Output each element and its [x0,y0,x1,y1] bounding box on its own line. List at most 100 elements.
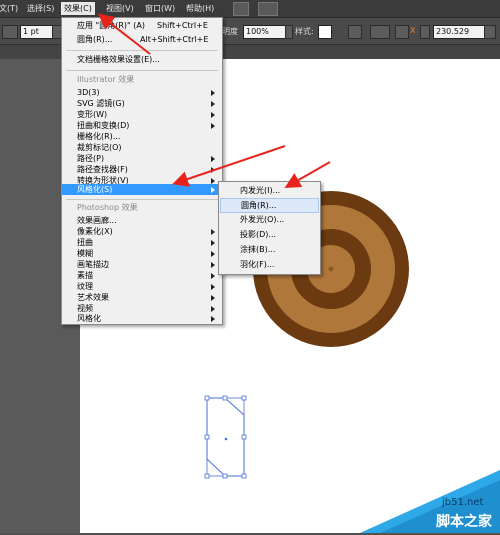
submenu-item-drop-shadow[interactable]: 投影(D)... [219,228,320,241]
photoshop-effects-header: Photoshop 效果 [77,203,138,212]
x-coordinate-label-icon: X [410,26,416,35]
parallelogram-path [206,397,245,477]
menu-item-label: 画笔描边 [77,260,109,269]
bridge-icon[interactable] [233,2,249,16]
illustrator-effects-header: Illustrator 效果 [77,75,135,84]
submenu-arrow-icon [211,101,215,107]
handle-bl[interactable] [204,473,210,479]
menu-item-path[interactable]: 路径(P) [62,153,222,164]
apply-last-effect-item[interactable]: 应用 "圆角(R)" (A) Shift+Ctrl+E [62,20,222,31]
menu-item-label: 艺术效果 [77,293,109,302]
submenu-item-label: 内发光(I)... [240,186,281,195]
menu-item-label: 变形(W) [77,110,108,119]
stroke-weight-field[interactable]: 1 pt [20,25,54,39]
x-reference-icon[interactable] [420,25,430,39]
effect-menu: 应用 "圆角(R)" (A) Shift+Ctrl+E 圆角(R)... Alt… [61,17,223,325]
submenu-arrow-icon [211,90,215,96]
watermark-name: 脚本之家 [436,514,492,530]
last-effect-item[interactable]: 圆角(R)... Alt+Shift+Ctrl+E [62,34,222,45]
document-raster-settings-item[interactable]: 文档栅格效果设置(E)... [62,54,222,65]
handle-tr[interactable] [241,395,247,401]
menu-text[interactable]: 文(T) [0,2,21,15]
submenu-arrow-icon [211,273,215,279]
style-label: 样式: [295,27,314,36]
menu-item-sketch[interactable]: 素描 [62,270,222,281]
submenu-arrow-icon [211,187,215,193]
menu-divider [66,70,218,71]
handle-bm[interactable] [222,473,228,479]
menu-item-blur[interactable]: 模糊 [62,248,222,259]
handle-tl[interactable] [204,395,210,401]
menu-select[interactable]: 选择(S) [24,2,57,15]
handle-ml[interactable] [204,434,210,440]
transform-icon[interactable] [395,25,409,39]
opacity-dropdown-icon[interactable] [285,25,293,39]
menu-item-stylize-ps[interactable]: 风格化 [62,313,222,324]
menu-help[interactable]: 帮助(H) [183,2,217,15]
last-effect-label: 圆角(R)... [77,35,113,44]
watermark-site: jb51.net [442,497,484,508]
submenu-arrow-icon [211,251,215,257]
x-stepper[interactable] [484,25,496,39]
submenu-arrow-icon [211,229,215,235]
x-coordinate-field[interactable]: 230.529 [433,25,487,39]
menu-window[interactable]: 窗口(W) [142,2,178,15]
selected-shape[interactable] [204,395,247,479]
menu-item-label: SVG 滤镜(G) [77,99,125,108]
submenu-item-label: 投影(D)... [240,230,277,239]
arrange-documents-icon[interactable] [258,2,278,16]
target-center [328,266,334,272]
submenu-item-feather[interactable]: 羽化(F)... [219,258,320,271]
menu-item-label: 素描 [77,271,93,280]
menu-item-label: 栅格化(R)... [77,132,121,141]
menu-item-distort[interactable]: 扭曲 [62,237,222,248]
recolor-icon[interactable] [348,25,362,39]
menu-item-3d[interactable]: 3D(3) [62,87,222,98]
menu-item-artistic[interactable]: 艺术效果 [62,292,222,303]
menu-item-label: 风格化(S) [77,185,113,194]
handle-tm[interactable] [222,395,228,401]
submenu-arrow-icon [211,123,215,129]
handle-mr[interactable] [241,434,247,440]
stroke-arrows-icon[interactable] [2,25,18,39]
submenu-item-scribble[interactable]: 涂抹(B)... [219,243,320,256]
submenu-arrow-icon [211,240,215,246]
site-watermark: jb51.net 脚本之家 [360,470,500,533]
menu-item-pathfinder[interactable]: 路径查找器(F) [62,164,222,175]
menu-item-crop-marks[interactable]: 裁剪标记(O) [62,142,222,153]
menu-item-rasterize[interactable]: 栅格化(R)... [62,131,222,142]
apply-shortcut: Shift+Ctrl+E [157,21,208,30]
stylize-submenu: 内发光(I)... 圆角(R)... 外发光(O)... 投影(D)... 涂抹… [218,181,321,275]
submenu-item-outer-glow[interactable]: 外发光(O)... [219,213,320,226]
menu-item-svg-filters[interactable]: SVG 滤镜(G) [62,98,222,109]
submenu-item-label: 涂抹(B)... [240,245,276,254]
menu-item-effect-gallery[interactable]: 效果画廊... [62,215,222,226]
submenu-arrow-icon [211,156,215,162]
menu-item-stylize[interactable]: 风格化(S) [62,184,222,195]
submenu-item-label: 羽化(F)... [240,260,275,269]
submenu-item-inner-glow[interactable]: 内发光(I)... [219,184,320,197]
raster-settings-label: 文档栅格效果设置(E)... [77,55,160,64]
submenu-item-round-corners[interactable]: 圆角(R)... [220,198,319,213]
menu-item-label: 风格化 [77,314,101,323]
opacity-field[interactable]: 100% [243,25,289,39]
menu-item-brush-strokes[interactable]: 画笔描边 [62,259,222,270]
graphic-style-swatch[interactable] [318,25,332,39]
submenu-arrow-icon [211,112,215,118]
handle-br[interactable] [241,473,247,479]
menu-item-distort-transform[interactable]: 扭曲和变换(D) [62,120,222,131]
center-point [224,437,228,441]
menu-effect[interactable]: 效果(C) [61,2,95,15]
last-effect-shortcut: Alt+Shift+Ctrl+E [140,35,209,44]
menu-item-pixelate[interactable]: 像素化(X) [62,226,222,237]
menu-divider [66,50,218,51]
menu-view[interactable]: 视图(V) [103,2,137,15]
menu-item-warp[interactable]: 变形(W) [62,109,222,120]
apply-label: 应用 "圆角(R)" (A) [77,21,145,30]
menu-item-label: 路径(P) [77,154,105,163]
align-icon[interactable] [370,25,390,39]
menu-item-label: 路径查找器(F) [77,165,128,174]
menu-item-texture[interactable]: 纹理 [62,281,222,292]
submenu-item-label: 外发光(O)... [240,215,285,224]
submenu-arrow-icon [211,284,215,290]
